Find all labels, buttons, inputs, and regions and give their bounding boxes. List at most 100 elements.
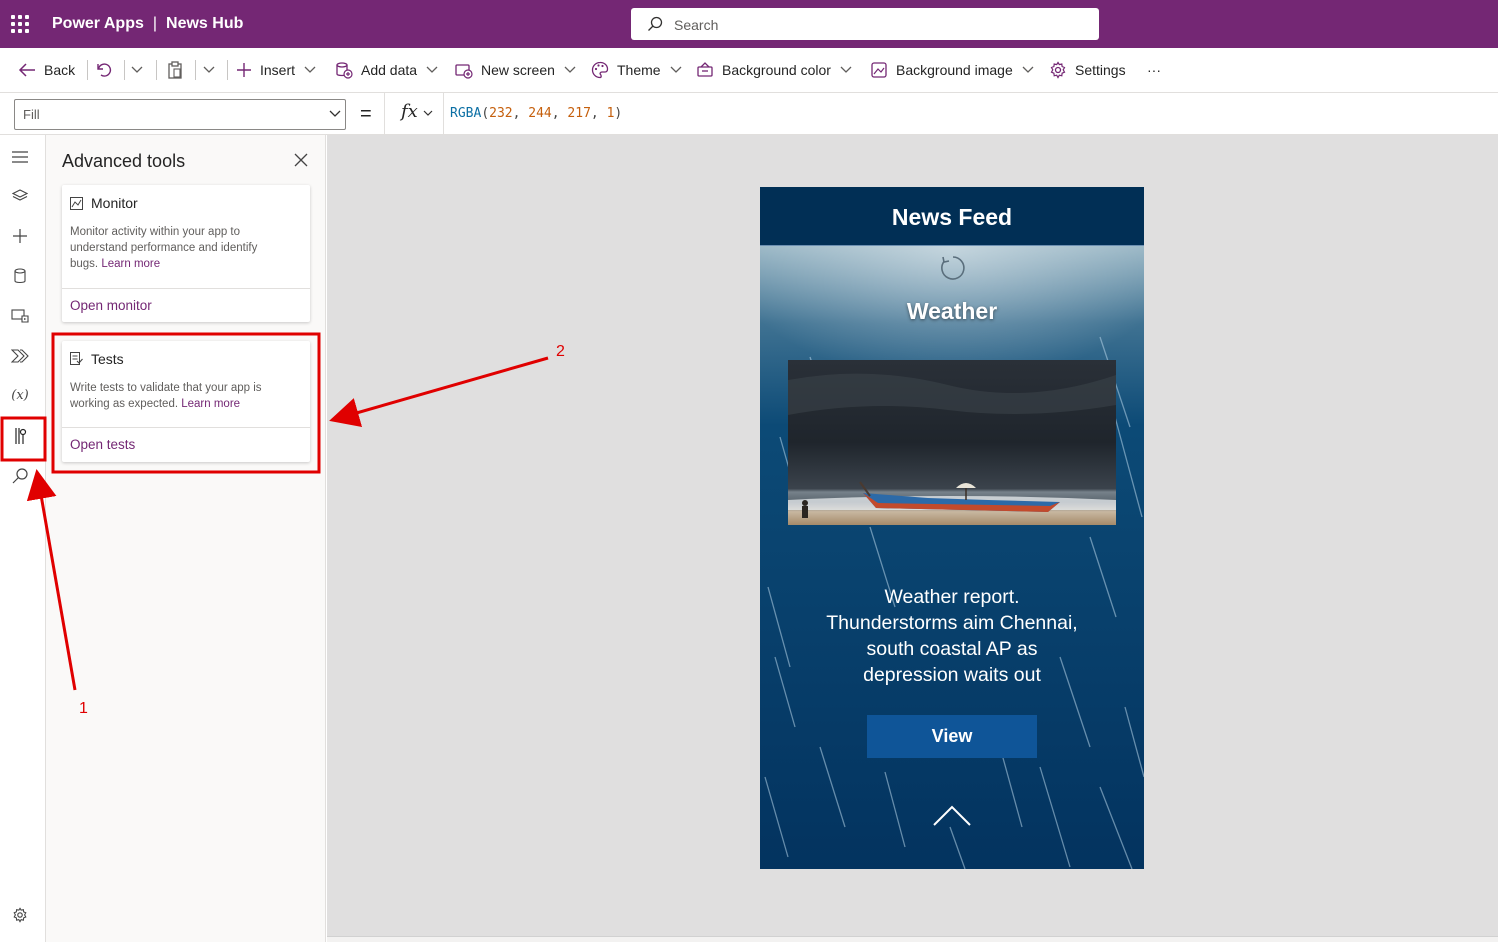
tests-learn-more-link[interactable]: Learn more [181, 398, 240, 410]
theme-label: Theme [617, 62, 661, 78]
advanced-tools-panel: Advanced tools Monitor Monitor activity … [46, 135, 326, 942]
power-automate-icon[interactable] [11, 347, 29, 365]
search-icon[interactable] [11, 467, 29, 485]
chevron-up-icon[interactable] [932, 805, 972, 827]
monitor-icon [70, 196, 83, 210]
canvas-scrollbar[interactable] [327, 936, 1498, 942]
variables-icon[interactable]: (x) [8, 386, 32, 404]
back-button[interactable]: Back [18, 48, 75, 92]
back-label: Back [44, 62, 76, 78]
monitor-card-description: Monitor activity within your app to unde… [70, 224, 288, 272]
background-color-button[interactable]: Background color [696, 48, 852, 92]
image-icon [871, 62, 887, 78]
app-name: News Hub [166, 15, 244, 32]
media-icon[interactable] [11, 307, 29, 325]
add-data-label: Add data [361, 62, 418, 78]
settings-label: Settings [1075, 62, 1126, 78]
clipboard-icon [168, 61, 182, 79]
function-picker[interactable]: fx [384, 93, 444, 135]
data-icon[interactable] [11, 267, 29, 285]
app-launcher-icon[interactable] [11, 15, 29, 33]
chevron-down-icon [423, 110, 433, 116]
toolbar-divider [195, 60, 196, 80]
monitor-card-header: Monitor [70, 195, 138, 211]
property-value: Fill [23, 107, 40, 122]
settings-button[interactable]: Settings [1049, 48, 1126, 92]
view-button[interactable]: View [867, 715, 1037, 758]
app-screen-preview[interactable]: News Feed Weather Weather report. Thunde… [760, 187, 1144, 869]
chevron-down-icon [426, 66, 438, 73]
menu-icon[interactable] [11, 148, 29, 166]
product-name: Power Apps [52, 15, 144, 32]
refresh-icon[interactable] [940, 255, 966, 281]
chevron-down-icon [329, 110, 341, 117]
formula-paren: ( [481, 106, 490, 121]
panel-title: Advanced tools [62, 151, 186, 171]
back-arrow-icon [18, 63, 35, 77]
screen-header-title: News Feed [891, 204, 1013, 230]
monitor-card-title: Monitor [91, 195, 138, 211]
undo-dropdown[interactable] [131, 48, 143, 92]
weather-photo [788, 360, 1116, 525]
tree-view-icon[interactable] [11, 187, 29, 205]
formula-blue: 217 [567, 106, 591, 121]
open-tests-link[interactable]: Open tests [70, 437, 135, 452]
formula-green: 244 [528, 106, 552, 121]
tests-card-description: Write tests to validate that your app is… [70, 380, 288, 412]
card-divider [62, 288, 310, 289]
toolbar-divider [227, 60, 228, 80]
monitor-learn-more-link[interactable]: Learn more [101, 258, 160, 270]
plus-icon [237, 63, 251, 77]
background-image-button[interactable]: Background image [870, 48, 1034, 92]
test-tube-icon [70, 352, 83, 365]
new-screen-icon [455, 64, 473, 79]
screen-header: News Feed [760, 187, 1144, 246]
annotation-label-2: 2 [556, 343, 565, 360]
search-placeholder: Search [674, 17, 719, 33]
chevron-down-icon [304, 66, 316, 73]
article-text: Weather report. Thunderstorms aim Chenna… [826, 586, 1078, 686]
settings-gear-icon[interactable] [11, 906, 29, 924]
open-monitor-link[interactable]: Open monitor [70, 298, 152, 313]
left-rail: (x) [0, 135, 46, 942]
command-bar: Back Insert Add data New screen Theme Ba… [0, 48, 1498, 93]
paste-dropdown[interactable] [203, 48, 215, 92]
chevron-down-icon [203, 66, 215, 73]
tests-card-header: Tests [70, 351, 124, 367]
insert-label: Insert [260, 62, 296, 78]
formula-input[interactable]: RGBA(232, 244, 217, 1) [450, 106, 622, 121]
formula-comma: , [551, 106, 568, 121]
rain-background-image [760, 187, 1144, 869]
chevron-down-icon [670, 66, 682, 73]
theme-button[interactable]: Theme [591, 48, 682, 92]
section-title: Weather [906, 298, 998, 324]
tests-card-title: Tests [91, 351, 124, 367]
equals-sign: = [360, 103, 372, 125]
close-icon[interactable] [294, 153, 308, 172]
advanced-tools-icon[interactable] [11, 427, 29, 445]
new-screen-button[interactable]: New screen [455, 48, 576, 92]
chevron-down-icon [564, 66, 576, 73]
formula-bar: Fill = fx RGBA(232, 244, 217, 1) [0, 93, 1498, 135]
property-dropdown[interactable]: Fill [14, 99, 346, 130]
search-icon [648, 16, 663, 31]
new-screen-label: New screen [481, 62, 555, 78]
insert-icon[interactable] [11, 227, 29, 245]
formula-function: RGBA [450, 106, 482, 121]
undo-icon [97, 63, 112, 77]
add-data-button[interactable]: Add data [335, 48, 438, 92]
gear-icon [1050, 61, 1066, 79]
paste-button[interactable] [166, 48, 184, 92]
annotation-label-1: 1 [79, 700, 88, 717]
chevron-down-icon [131, 66, 143, 73]
undo-button[interactable] [95, 48, 113, 92]
search-input[interactable]: Search [631, 8, 1099, 40]
more-options-button[interactable]: ··· [1147, 48, 1161, 92]
insert-button[interactable]: Insert [236, 48, 316, 92]
formula-paren: ) [614, 106, 623, 121]
palette-icon [591, 61, 609, 79]
monitor-card: Monitor Monitor activity within your app… [62, 185, 310, 322]
fx-icon: fx [401, 101, 418, 122]
top-bar: Power Apps | News Hub Search [0, 0, 1498, 48]
paint-bucket-icon [697, 62, 713, 77]
